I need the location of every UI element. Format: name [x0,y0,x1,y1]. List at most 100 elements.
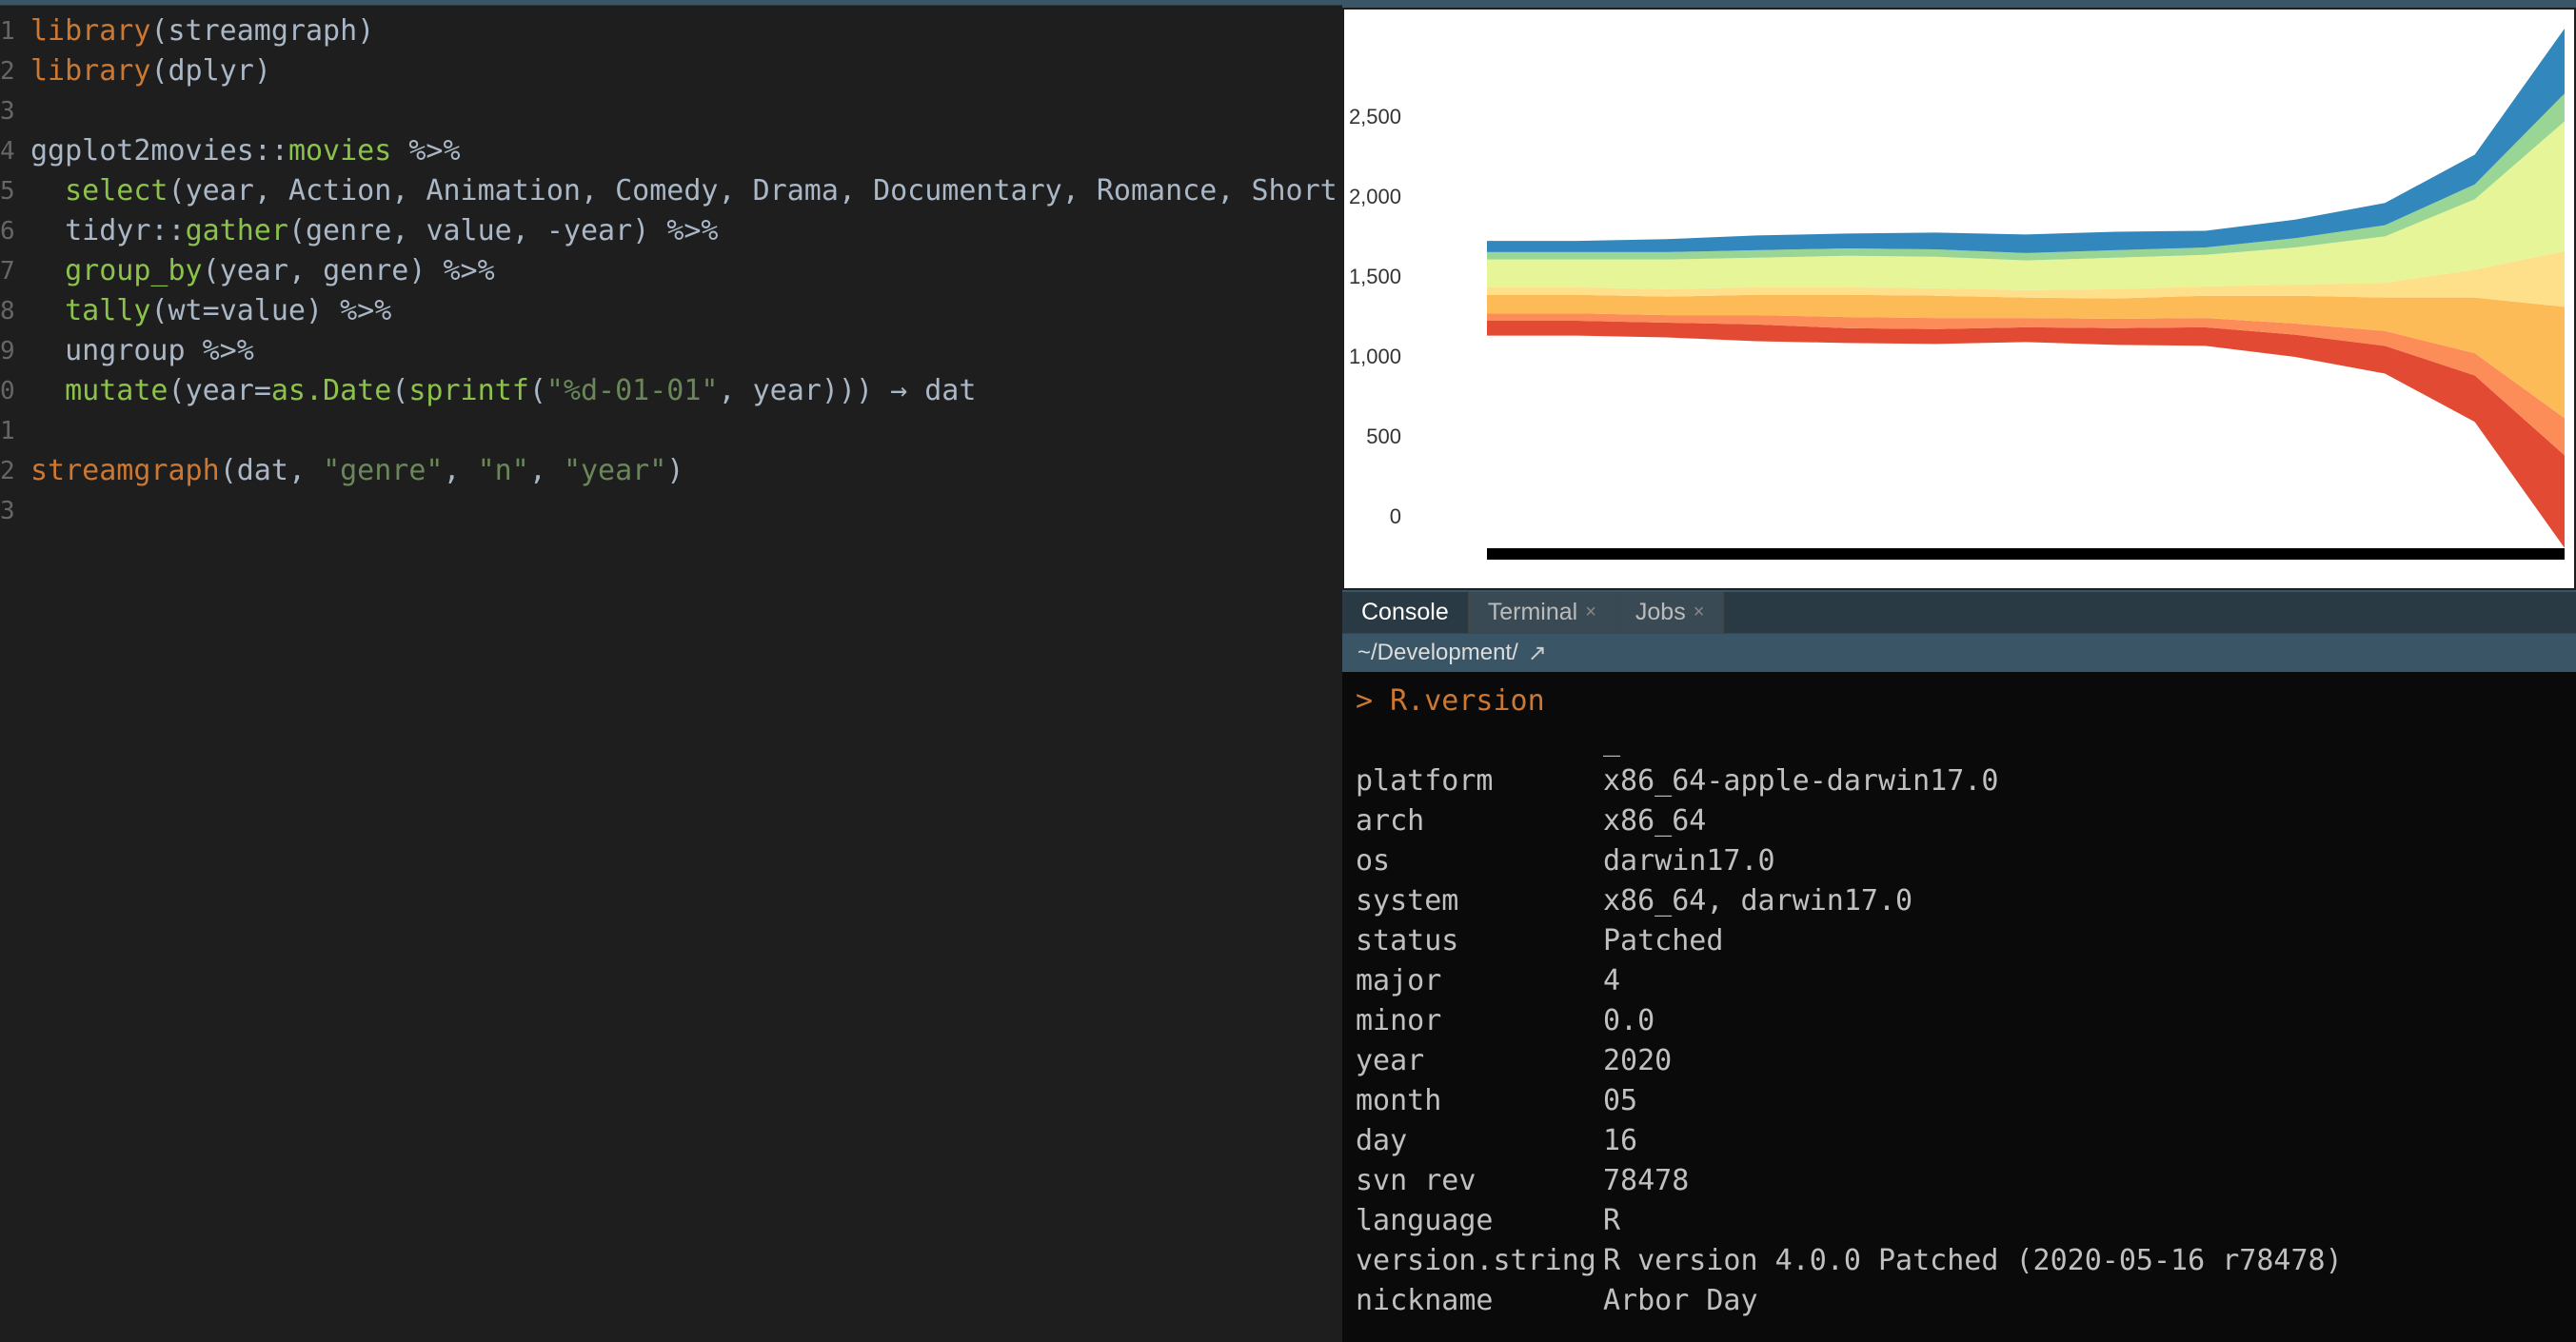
console-key: version.string [1356,1241,1603,1281]
console-row: languageR [1356,1201,2563,1241]
console-row: _ [1356,721,2563,761]
line-number: 2 [0,51,10,91]
code-line[interactable]: tally(wt=value) %>% [30,291,1342,331]
console-key: arch [1356,801,1603,841]
console-key: system [1356,881,1603,921]
y-tick-label: 500 [1335,424,1401,449]
code-line[interactable] [30,91,1342,131]
console-row: statusPatched [1356,921,2563,961]
console-value: x86_64, darwin17.0 [1603,881,1912,921]
console-path-bar: ~/Development/ ↗ [1342,634,2576,672]
plot-area[interactable]: 2,5002,0001,5001,0005000 [1344,10,2574,588]
console-row: nicknameArbor Day [1356,1281,2563,1321]
y-tick-label: 0 [1335,504,1401,529]
line-number: 1 [0,11,10,51]
console-value: R version 4.0.0 Patched (2020-05-16 r784… [1603,1241,2343,1281]
line-number: 0 [0,371,10,411]
tab-console[interactable]: Console [1342,592,1469,633]
console-value: x86_64 [1603,801,1706,841]
code-line[interactable]: select(year, Action, Animation, Comedy, … [30,171,1342,211]
console-key: platform [1356,761,1603,801]
source-toolbar [0,0,1342,6]
line-number: 8 [0,291,10,331]
code-line[interactable] [30,411,1342,451]
console-row: minor0.0 [1356,1001,2563,1041]
tab-bar: Console Terminal × Jobs × [1342,592,2576,634]
console-value: x86_64-apple-darwin17.0 [1603,761,1998,801]
console-key: day [1356,1121,1603,1161]
console-value: Patched [1603,921,1723,961]
line-number: 2 [0,451,10,491]
y-tick-label: 2,000 [1335,185,1401,209]
console-path: ~/Development/ [1357,640,1518,666]
console-value: 05 [1603,1081,1637,1121]
tab-label: Jobs [1635,599,1686,626]
y-tick-label: 2,500 [1335,105,1401,129]
x-axis [1487,548,2565,560]
console-row: month05 [1356,1081,2563,1121]
console-row: version.stringR version 4.0.0 Patched (2… [1356,1241,2563,1281]
console-value: 0.0 [1603,1001,1655,1041]
code-line[interactable]: group_by(year, genre) %>% [30,251,1342,291]
console-row: archx86_64 [1356,801,2563,841]
console-pane: Console Terminal × Jobs × ~/Development/ ↗ >… [1342,590,2576,1342]
line-number: 6 [0,211,10,251]
close-icon[interactable]: × [1694,602,1705,623]
tab-label: Console [1361,599,1449,626]
stream-layer [1487,321,2565,548]
tab-label: Terminal [1488,599,1577,626]
console-row: day16 [1356,1121,2563,1161]
console-row: major4 [1356,961,2563,1001]
console-value: Arbor Day [1603,1281,1758,1321]
code-line[interactable]: ggplot2movies::movies %>% [30,131,1342,171]
go-arrow-icon[interactable]: ↗ [1528,640,1547,667]
code-line[interactable]: streamgraph(dat, "genre", "n", "year") [30,451,1342,491]
console-key: major [1356,961,1603,1001]
line-number: 5 [0,171,10,211]
line-number: 1 [0,411,10,451]
console-row: svn rev78478 [1356,1161,2563,1201]
y-tick-label: 1,000 [1335,345,1401,369]
line-number: 3 [0,491,10,531]
console-value: 78478 [1603,1161,1689,1201]
tab-terminal[interactable]: Terminal × [1469,592,1616,633]
console-row: year2020 [1356,1041,2563,1081]
plot-pane: 2,5002,0001,5001,0005000 [1342,0,2576,590]
console-key: language [1356,1201,1603,1241]
console-key: month [1356,1081,1603,1121]
source-pane: 1234567890123 library(streamgraph)librar… [0,0,1342,1342]
console-row: platformx86_64-apple-darwin17.0 [1356,761,2563,801]
code-line[interactable] [30,491,1342,531]
console-row: systemx86_64, darwin17.0 [1356,881,2563,921]
console-value: 2020 [1603,1041,1672,1081]
code-line[interactable]: ungroup %>% [30,331,1342,371]
y-tick-label: 1,500 [1335,265,1401,289]
code-line[interactable]: mutate(year=as.Date(sprintf("%d-01-01", … [30,371,1342,411]
console-key: nickname [1356,1281,1603,1321]
console-value: R [1603,1201,1620,1241]
console-key: svn rev [1356,1161,1603,1201]
line-gutter: 1234567890123 [0,6,13,1342]
console-row: osdarwin17.0 [1356,841,2563,881]
line-number: 9 [0,331,10,371]
code-line[interactable]: library(dplyr) [30,51,1342,91]
code-line[interactable]: tidyr::gather(genre, value, -year) %>% [30,211,1342,251]
close-icon[interactable]: × [1585,602,1596,623]
console-key: minor [1356,1001,1603,1041]
tab-jobs[interactable]: Jobs × [1616,592,1725,633]
console-value: 4 [1603,961,1620,1001]
code-lines[interactable]: library(streamgraph)library(dplyr) ggplot… [13,6,1342,1342]
streamgraph-chart [1487,29,2565,548]
code-editor[interactable]: 1234567890123 library(streamgraph)librar… [0,6,1342,1342]
console-value: darwin17.0 [1603,841,1775,881]
plot-toolbar [1342,0,2576,8]
console-key: os [1356,841,1603,881]
line-number: 4 [0,131,10,171]
console-key: year [1356,1041,1603,1081]
line-number: 3 [0,91,10,131]
console-output[interactable]: > R.version _platformx86_64-apple-darwin… [1342,672,2576,1342]
code-line[interactable]: library(streamgraph) [30,11,1342,51]
console-value: 16 [1603,1121,1637,1161]
line-number: 7 [0,251,10,291]
console-prompt: > R.version [1356,681,2563,721]
